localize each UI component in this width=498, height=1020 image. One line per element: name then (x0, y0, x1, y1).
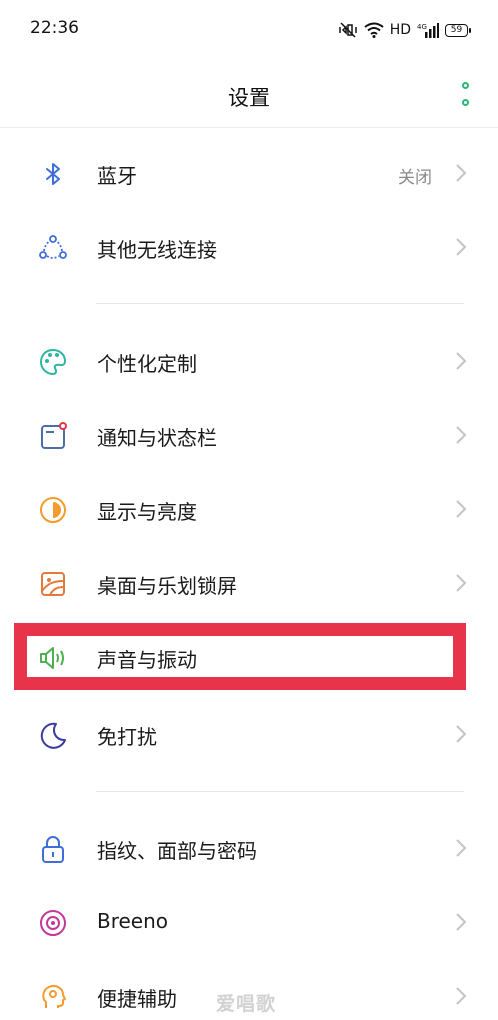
chevron-right-icon (456, 164, 467, 182)
page-title: 设置 (228, 86, 270, 110)
setting-label: 指纹、面部与密码 (97, 839, 257, 863)
section-divider (96, 791, 464, 792)
setting-item-security[interactable]: 指纹、面部与密码 (0, 811, 498, 885)
more-options-button[interactable] (460, 82, 470, 106)
chevron-right-icon (456, 352, 467, 370)
setting-label: 其他无线连接 (97, 238, 217, 262)
setting-label: 免打扰 (97, 725, 157, 749)
brightness-icon (38, 495, 68, 525)
palette-icon (38, 347, 68, 377)
setting-item-do-not-disturb[interactable]: 免打扰 (0, 697, 498, 771)
network-label: HD (389, 22, 411, 38)
setting-item-personalization[interactable]: 个性化定制 (0, 324, 498, 398)
chevron-right-icon (456, 574, 467, 592)
chevron-right-icon (456, 500, 467, 518)
status-bar: 22:36 HD 4G 59 (0, 0, 498, 62)
breeno-icon (38, 908, 68, 938)
setting-label: 桌面与乐划锁屏 (97, 574, 237, 598)
battery-icon: 59 (445, 23, 471, 37)
wifi-icon (364, 22, 384, 38)
setting-label: 显示与亮度 (97, 500, 197, 524)
header: 设置 (0, 62, 498, 128)
setting-item-bluetooth[interactable]: 蓝牙 关闭 (0, 136, 498, 210)
vibrate-icon (338, 22, 357, 38)
status-time: 22:36 (30, 18, 79, 38)
setting-item-wallpaper[interactable]: 桌面与乐划锁屏 (0, 546, 498, 620)
signal-icon: 4G (417, 23, 439, 38)
bluetooth-icon (38, 159, 68, 189)
highlight-box (14, 623, 466, 690)
svg-text:4G: 4G (417, 23, 427, 31)
wallpaper-icon (38, 569, 68, 599)
setting-item-display[interactable]: 显示与亮度 (0, 472, 498, 546)
setting-label: 蓝牙 (97, 164, 137, 188)
notification-icon (38, 421, 68, 451)
connection-icon (38, 233, 68, 263)
chevron-right-icon (456, 839, 467, 857)
chevron-right-icon (456, 426, 467, 444)
chevron-right-icon (456, 987, 467, 1005)
setting-label: 个性化定制 (97, 352, 197, 376)
section-divider (96, 303, 464, 304)
setting-value: 关闭 (398, 168, 432, 188)
head-icon (38, 982, 68, 1012)
dot-icon (461, 99, 469, 106)
setting-item-other-wireless[interactable]: 其他无线连接 (0, 210, 498, 284)
setting-label: 通知与状态栏 (97, 426, 217, 450)
setting-label: 便捷辅助 (97, 987, 177, 1011)
watermark: 爱唱歌 (216, 993, 277, 1015)
chevron-right-icon (456, 913, 467, 931)
dot-icon (461, 82, 469, 89)
status-icons: HD 4G 59 (338, 18, 471, 42)
chevron-right-icon (456, 238, 467, 256)
setting-label: Breeno (97, 909, 169, 933)
moon-icon (38, 720, 68, 750)
lock-icon (38, 834, 68, 864)
setting-item-notifications[interactable]: 通知与状态栏 (0, 398, 498, 472)
chevron-right-icon (456, 725, 467, 743)
setting-item-breeno[interactable]: Breeno (0, 885, 498, 959)
